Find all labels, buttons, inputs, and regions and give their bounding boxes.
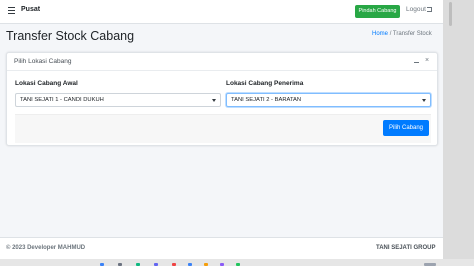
chevron-down-icon (422, 99, 426, 102)
taskbar (0, 259, 474, 266)
menu-icon[interactable] (8, 7, 15, 14)
logout-link[interactable]: Logout (406, 6, 432, 13)
card-header: Pilih Lokasi Cabang × (7, 53, 437, 71)
page-footer: © 2023 Developer MAHMUD TANI SEJATI GROU… (0, 237, 443, 259)
chevron-down-icon (212, 99, 216, 102)
breadcrumb-home[interactable]: Home (372, 31, 388, 37)
close-icon[interactable]: × (425, 57, 429, 64)
pindah-cabang-button[interactable]: Pindah Cabang (355, 5, 400, 18)
pilih-lokasi-card: Pilih Lokasi Cabang × Lokasi Cabang Awal… (6, 52, 438, 146)
lokasi-penerima-label: Lokasi Cabang Penerima (226, 80, 304, 87)
logout-icon (426, 6, 432, 12)
breadcrumb-separator: / (389, 31, 392, 37)
top-navbar: Pusat Pindah Cabang Logout (0, 0, 443, 24)
scrollbar-thumb[interactable] (449, 2, 452, 26)
card-title: Pilih Lokasi Cabang (14, 58, 72, 65)
lokasi-awal-value: TANI SEJATI 1 - CANDI DUKUH (20, 97, 104, 103)
pilih-cabang-button[interactable]: Pilih Cabang (383, 120, 429, 136)
card-footer: Pilih Cabang (15, 114, 431, 143)
brand-label[interactable]: Pusat (21, 6, 40, 13)
page-title: Transfer Stock Cabang (6, 29, 135, 43)
scrollbar[interactable] (443, 0, 474, 266)
breadcrumb-current: Transfer Stock (392, 31, 432, 37)
lokasi-penerima-select[interactable]: TANI SEJATI 2 - BARATAN (226, 93, 431, 107)
footer-copyright: © 2023 Developer MAHMUD (6, 245, 86, 251)
footer-company: TANI SEJATI GROUP (376, 245, 436, 251)
collapse-icon[interactable] (414, 62, 419, 63)
lokasi-awal-label: Lokasi Cabang Awal (15, 80, 78, 87)
breadcrumb: Home / Transfer Stock (372, 31, 432, 37)
lokasi-penerima-value: TANI SEJATI 2 - BARATAN (231, 97, 302, 103)
lokasi-awal-select[interactable]: TANI SEJATI 1 - CANDI DUKUH (15, 93, 221, 107)
logout-label: Logout (406, 6, 426, 13)
